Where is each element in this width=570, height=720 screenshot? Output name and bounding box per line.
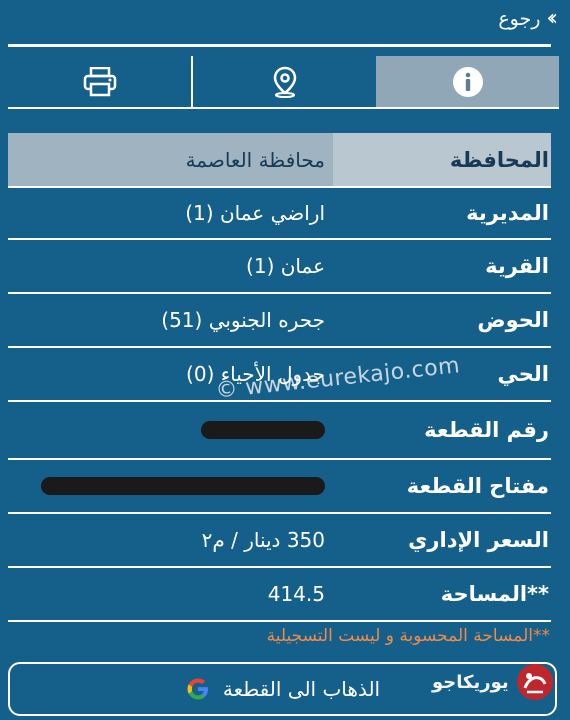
row-label: **المساحة <box>440 582 549 606</box>
detail-row-area: **المساحة 414.5 <box>8 568 551 622</box>
tab-info[interactable] <box>376 56 559 108</box>
row-value: عمان (1) <box>246 254 325 278</box>
info-icon <box>452 67 483 97</box>
row-label: القرية <box>485 254 549 278</box>
printer-icon <box>83 67 116 97</box>
tab-bar <box>8 56 559 108</box>
detail-row-plot-number: رقم القطعة <box>8 402 551 460</box>
back-label: رجوع <box>498 8 541 30</box>
go-to-plot-label: الذهاب الى القطعة <box>222 677 381 701</box>
detail-row-plot-key: مفتاح القطعة <box>8 460 551 514</box>
area-footnote: **المساحة المحسوبة و ليست التسجيلية <box>266 626 550 646</box>
redaction-bar <box>41 477 325 495</box>
detail-row-directorate: المديرية اراضي عمان (1) <box>8 188 551 240</box>
row-value: اراضي عمان (1) <box>185 201 325 225</box>
logo-emblem-icon <box>516 664 553 700</box>
row-value: 350 دينار / م٢ <box>201 528 325 552</box>
eurekajo-logo: يوريكاجو <box>432 662 555 702</box>
row-label: المحافظة <box>333 133 551 186</box>
row-value-redacted <box>8 460 333 512</box>
detail-row-governorate: المحافظة محافظة العاصمة <box>8 133 551 188</box>
row-label: الحوض <box>477 308 549 332</box>
detail-row-admin-price: السعر الإداري 350 دينار / م٢ <box>8 514 551 568</box>
row-value: جحره الجنوبي (51) <box>161 308 325 332</box>
google-icon <box>187 678 208 700</box>
redaction-bar <box>201 421 325 439</box>
map-pin-icon <box>273 66 296 98</box>
header-divider <box>8 44 551 47</box>
tab-print[interactable] <box>8 56 191 108</box>
row-label: المديرية <box>466 201 549 225</box>
logo-text: يوريكاجو <box>432 671 509 693</box>
row-value: 414.5 <box>267 582 325 606</box>
row-label: مفتاح القطعة <box>406 474 549 498</box>
back-button[interactable]: ›› رجوع <box>498 6 557 31</box>
detail-row-village: القرية عمان (1) <box>8 240 551 294</box>
tabs-divider <box>8 107 559 109</box>
row-label: رقم القطعة <box>424 418 549 442</box>
row-value: محافظة العاصمة <box>185 147 325 172</box>
detail-row-basin: الحوض جحره الجنوبي (51) <box>8 294 551 348</box>
tab-location[interactable] <box>193 56 376 108</box>
double-chevron-right-icon: ›› <box>546 6 557 31</box>
row-label: السعر الإداري <box>408 528 549 552</box>
row-value-redacted <box>8 402 333 458</box>
